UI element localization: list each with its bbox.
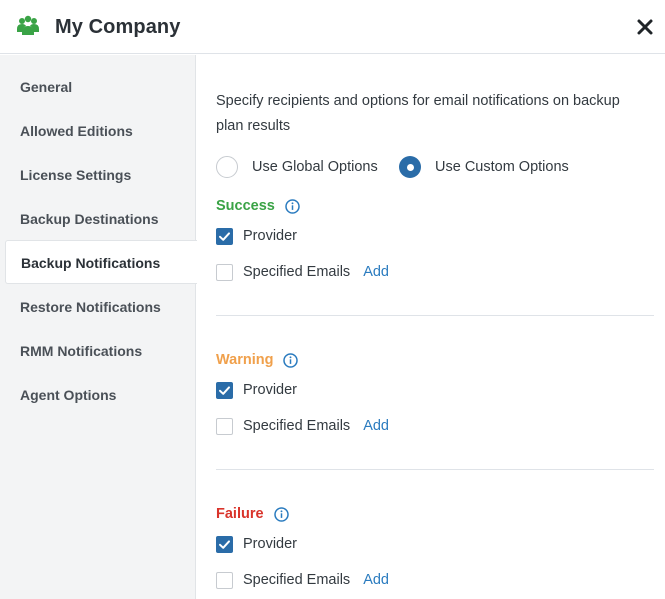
use-global-options-label: Use Global Options — [252, 159, 378, 175]
sidebar-item-restore-notifications[interactable]: Restore Notifications — [0, 285, 196, 329]
success-add-emails-link[interactable]: Add — [363, 264, 389, 280]
page-title: My Company — [55, 16, 181, 38]
specified-emails-label: Specified Emails — [243, 264, 351, 280]
sidebar-item-license-settings[interactable]: License Settings — [0, 153, 196, 197]
info-icon[interactable] — [285, 198, 300, 214]
notifications-panel: Specify recipients and options for email… — [197, 55, 665, 599]
provider-label: Provider — [243, 536, 297, 552]
use-custom-options-label: Use Custom Options — [435, 159, 569, 175]
warning-section-title: Warning — [216, 350, 299, 370]
checkbox-unchecked-icon[interactable] — [216, 263, 233, 281]
failure-emails-checkbox[interactable]: Specified Emails Add — [216, 570, 389, 590]
success-section-title: Success — [216, 196, 300, 216]
failure-add-emails-link[interactable]: Add — [363, 572, 389, 588]
use-custom-options-radio[interactable]: Use Custom Options — [399, 155, 569, 179]
checkbox-checked-icon[interactable] — [216, 535, 233, 553]
failure-section-title: Failure — [216, 504, 289, 524]
specified-emails-label: Specified Emails — [243, 572, 351, 588]
radio-unchecked-icon[interactable] — [216, 156, 238, 178]
success-emails-checkbox[interactable]: Specified Emails Add — [216, 262, 389, 282]
radio-checked-icon[interactable] — [399, 156, 421, 178]
checkbox-unchecked-icon[interactable] — [216, 417, 233, 435]
failure-title-text: Failure — [216, 506, 264, 522]
checkbox-unchecked-icon[interactable] — [216, 571, 233, 589]
warning-add-emails-link[interactable]: Add — [363, 418, 389, 434]
checkbox-checked-icon[interactable] — [216, 381, 233, 399]
info-icon[interactable] — [283, 352, 299, 368]
dialog-header: My Company — [0, 0, 665, 54]
provider-label: Provider — [243, 228, 297, 244]
sidebar-item-backup-destinations[interactable]: Backup Destinations — [0, 197, 196, 241]
sidebar-item-agent-options[interactable]: Agent Options — [0, 373, 196, 417]
warning-emails-checkbox[interactable]: Specified Emails Add — [216, 416, 389, 436]
warning-title-text: Warning — [216, 352, 274, 368]
sidebar-item-general[interactable]: General — [0, 65, 196, 109]
provider-label: Provider — [243, 382, 297, 398]
specified-emails-label: Specified Emails — [243, 418, 351, 434]
sidebar-item-rmm-notifications[interactable]: RMM Notifications — [0, 329, 196, 373]
panel-description: Specify recipients and options for email… — [216, 93, 620, 134]
settings-sidebar: General Allowed Editions License Setting… — [0, 55, 197, 599]
sidebar-item-allowed-editions[interactable]: Allowed Editions — [0, 109, 196, 153]
section-divider — [216, 315, 654, 316]
close-icon[interactable] — [634, 16, 656, 38]
success-provider-checkbox[interactable]: Provider — [216, 226, 297, 246]
group-icon — [17, 15, 39, 35]
warning-provider-checkbox[interactable]: Provider — [216, 380, 297, 400]
section-divider — [216, 469, 654, 470]
success-title-text: Success — [216, 198, 275, 214]
checkbox-checked-icon[interactable] — [216, 227, 233, 245]
use-global-options-radio[interactable]: Use Global Options — [216, 155, 378, 179]
sidebar-item-backup-notifications[interactable]: Backup Notifications — [5, 240, 197, 284]
info-icon[interactable] — [273, 506, 289, 522]
failure-provider-checkbox[interactable]: Provider — [216, 534, 297, 554]
